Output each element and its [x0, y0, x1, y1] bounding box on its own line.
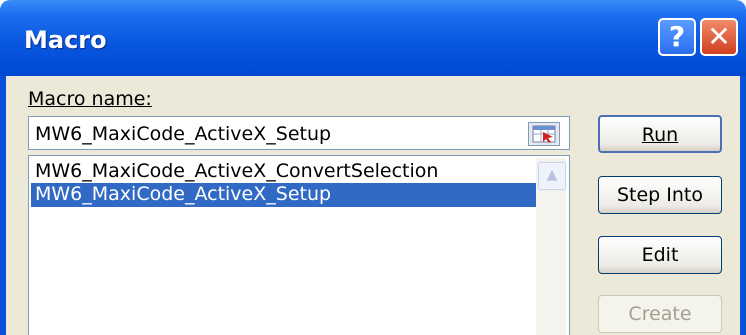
edit-button-label: Edit [641, 244, 679, 266]
create-button-label: Create [628, 303, 692, 325]
step-into-button-label: Step Into [616, 184, 704, 206]
macro-list[interactable]: MW6_MaxiCode_ActiveX_ConvertSelection MW… [28, 155, 570, 335]
step-into-button[interactable]: Step Into [598, 176, 722, 214]
macro-name-input[interactable]: MW6_MaxiCode_ActiveX_Setup [28, 116, 570, 150]
macro-name-label-text: Macro name: [28, 88, 152, 110]
scroll-up-icon[interactable]: ▲ [538, 162, 566, 190]
run-button[interactable]: Run [598, 115, 722, 153]
create-button[interactable]: Create [598, 295, 722, 333]
list-item-setup[interactable]: MW6_MaxiCode_ActiveX_Setup [31, 183, 543, 207]
edit-button[interactable]: Edit [598, 236, 722, 274]
list-item-convertselection[interactable]: MW6_MaxiCode_ActiveX_ConvertSelection [31, 160, 543, 184]
window-title: Macro [24, 26, 107, 54]
help-button[interactable]: ? [658, 18, 696, 56]
window-frame-left [0, 76, 6, 335]
close-button[interactable]: ✕ [700, 18, 738, 56]
macro-name-label: Macro name: [28, 88, 152, 110]
collapse-dialog-icon[interactable] [528, 122, 560, 146]
run-button-label: Run [641, 124, 679, 146]
title-bar: Macro ? ✕ [0, 0, 746, 76]
window-frame-right [740, 76, 746, 335]
